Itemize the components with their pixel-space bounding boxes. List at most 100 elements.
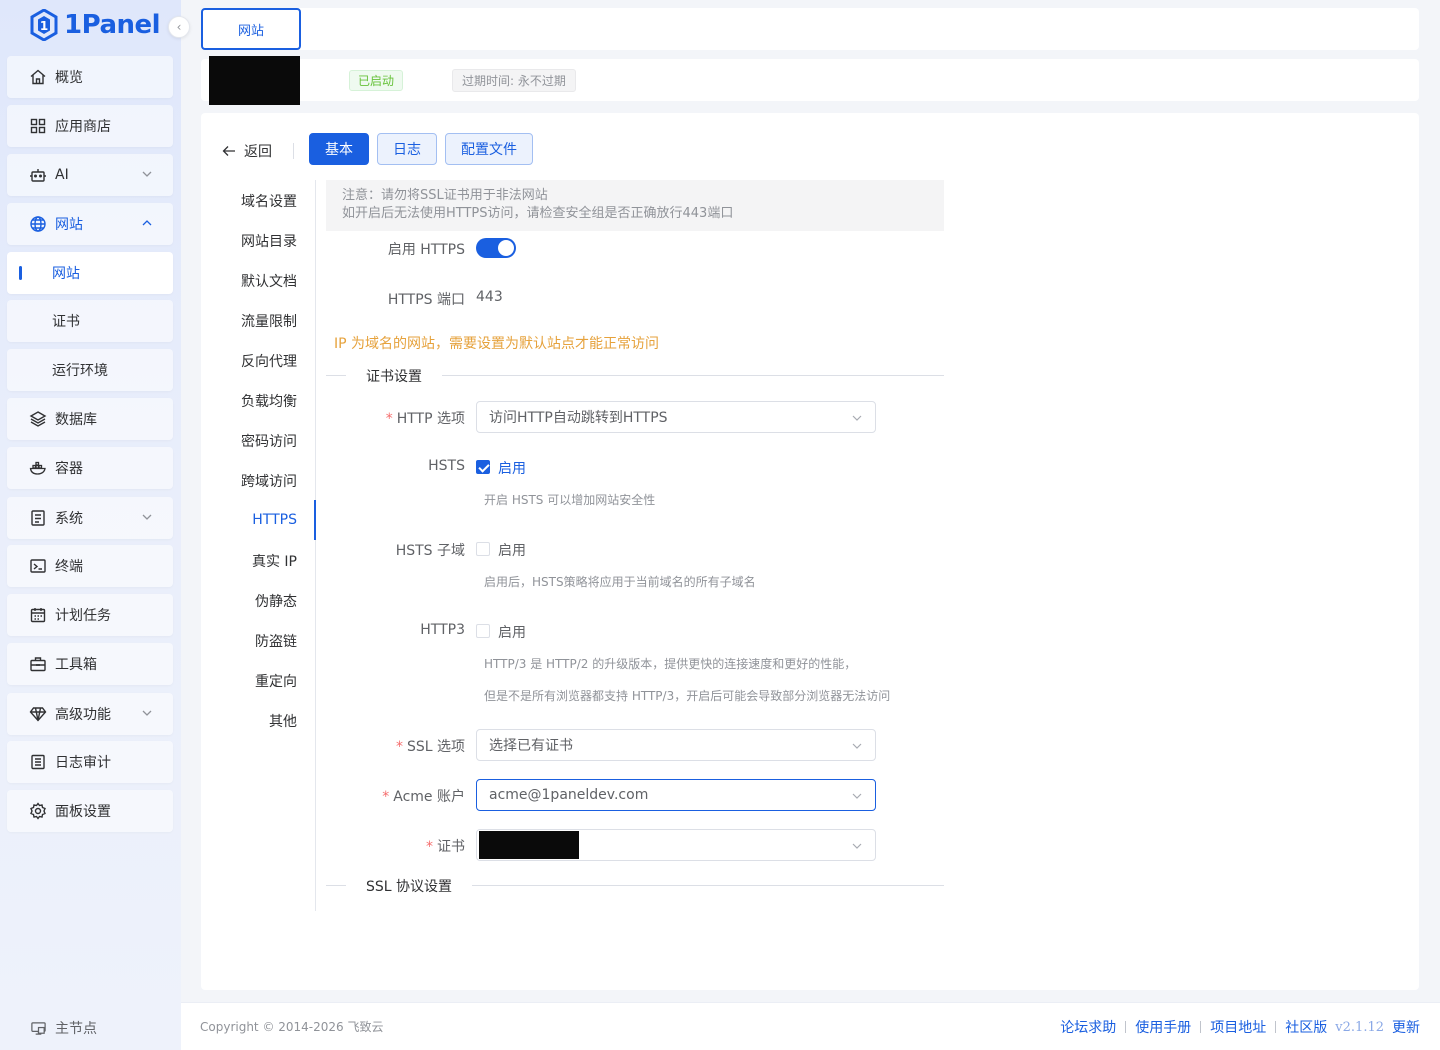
tab-bar: 网站 bbox=[201, 8, 1419, 50]
hsts-label: HSTS bbox=[428, 458, 465, 474]
sidebar-subitem-website[interactable]: 网站 bbox=[7, 252, 173, 294]
nav-password-access[interactable]: 密码访问 bbox=[241, 431, 297, 451]
sidebar-item-overview[interactable]: 概览 bbox=[7, 56, 173, 98]
ssl-option-label: * SSL 选项 bbox=[395, 739, 465, 755]
sidebar-item-log-audit[interactable]: 日志审计 bbox=[7, 741, 173, 783]
sidebar-item-system[interactable]: 系统 bbox=[7, 497, 173, 539]
nav-rewrite[interactable]: 伪静态 bbox=[255, 591, 297, 611]
sidebar-item-label: 网站 bbox=[52, 266, 80, 282]
http3-checkbox-label[interactable]: 启用 bbox=[498, 622, 526, 642]
toolbox-icon bbox=[29, 655, 47, 673]
master-node-switch[interactable]: 主节点 bbox=[30, 1018, 97, 1038]
update-link[interactable]: 更新 bbox=[1392, 1017, 1420, 1037]
nav-domain[interactable]: 域名设置 bbox=[241, 191, 297, 211]
forum-link[interactable]: 论坛求助 bbox=[1060, 1017, 1116, 1037]
ssl-option-select[interactable]: 选择已有证书 bbox=[476, 729, 876, 761]
sidebar-item-label: 运行环境 bbox=[52, 363, 108, 379]
basic-button[interactable]: 基本 bbox=[309, 133, 369, 165]
manual-link[interactable]: 使用手册 bbox=[1135, 1017, 1191, 1037]
sidebar-item-label: 证书 bbox=[52, 314, 80, 330]
nav-cors[interactable]: 跨域访问 bbox=[241, 471, 297, 491]
hsts-subdomain-label: HSTS 子域 bbox=[395, 543, 465, 559]
http3-checkbox[interactable] bbox=[476, 624, 490, 638]
sidebar: 1 1Panel ‹ 概览 应用商店 AI 网站 网站 证书 运行环境 数据库 … bbox=[0, 0, 190, 1050]
chevron-up-icon bbox=[142, 220, 152, 226]
sidebar-item-label: 概览 bbox=[55, 70, 83, 86]
sidebar-item-website[interactable]: 网站 bbox=[7, 203, 173, 245]
sidebar-item-container[interactable]: 容器 bbox=[7, 447, 173, 489]
logo[interactable]: 1 1Panel bbox=[30, 8, 161, 42]
sidebar-item-label: 日志审计 bbox=[55, 755, 111, 771]
sidebar-item-terminal[interactable]: 终端 bbox=[7, 545, 173, 587]
config-file-button[interactable]: 配置文件 bbox=[445, 133, 533, 165]
sidebar-item-label: 高级功能 bbox=[55, 707, 111, 723]
sidebar-item-toolbox[interactable]: 工具箱 bbox=[7, 643, 173, 685]
tab-website[interactable]: 网站 bbox=[201, 8, 301, 50]
cert-section-divider-left bbox=[326, 375, 346, 376]
project-link[interactable]: 项目地址 bbox=[1210, 1017, 1266, 1037]
copyright: Copyright © 2014-2026 飞致云 bbox=[200, 1020, 384, 1034]
collapse-sidebar-button[interactable]: ‹ bbox=[168, 16, 190, 38]
hsts-subdomain-checkbox[interactable] bbox=[476, 542, 490, 556]
sidebar-item-advanced[interactable]: 高级功能 bbox=[7, 693, 173, 735]
ssl-option-value: 选择已有证书 bbox=[489, 738, 573, 754]
http-option-label: * HTTP 选项 bbox=[385, 411, 465, 427]
protocol-section-title: SSL 协议设置 bbox=[366, 876, 453, 896]
sidebar-item-label: AI bbox=[55, 167, 69, 183]
nav-load-balance[interactable]: 负载均衡 bbox=[241, 391, 297, 411]
sidebar-item-label: 面板设置 bbox=[55, 804, 111, 820]
ssl-notice: 注意：请勿将SSL证书用于非法网站 如开启后无法使用HTTPS访问，请检查安全组… bbox=[326, 180, 944, 231]
sidebar-item-cron[interactable]: 计划任务 bbox=[7, 594, 173, 636]
gear-icon bbox=[29, 802, 47, 820]
protocol-section-divider-right bbox=[472, 885, 944, 886]
acme-account-select[interactable]: acme@1paneldev.com bbox=[476, 779, 876, 811]
log-button[interactable]: 日志 bbox=[377, 133, 437, 165]
cert-section-divider-right bbox=[442, 375, 944, 376]
https-port-label: HTTPS 端口 bbox=[387, 292, 465, 308]
chevron-down-icon bbox=[852, 415, 862, 421]
server-icon bbox=[29, 509, 47, 527]
sidebar-item-label: 计划任务 bbox=[55, 608, 111, 624]
certificate-select[interactable] bbox=[476, 829, 876, 861]
sidebar-item-label: 应用商店 bbox=[55, 119, 111, 135]
hsts-subdomain-checkbox-label[interactable]: 启用 bbox=[498, 540, 526, 560]
sidebar-item-app-store[interactable]: 应用商店 bbox=[7, 105, 173, 147]
sidebar-item-label: 容器 bbox=[55, 461, 83, 477]
sidebar-subitem-certificate[interactable]: 证书 bbox=[7, 300, 173, 342]
nav-redirect[interactable]: 重定向 bbox=[255, 671, 297, 691]
nav-anti-leech[interactable]: 防盗链 bbox=[255, 631, 297, 651]
acme-account-label: * Acme 账户 bbox=[382, 789, 465, 805]
nav-site-dir[interactable]: 网站目录 bbox=[241, 231, 297, 251]
sidebar-item-ai[interactable]: AI bbox=[7, 154, 173, 196]
back-button[interactable]: 返回 bbox=[222, 141, 272, 161]
acme-account-label-text: Acme 账户 bbox=[393, 789, 465, 805]
expire-badge: 过期时间: 永不过期 bbox=[452, 69, 576, 92]
status-badge: 已启动 bbox=[349, 70, 404, 91]
hsts-checkbox[interactable] bbox=[476, 460, 490, 474]
chevron-down-icon bbox=[852, 743, 862, 749]
docker-icon bbox=[29, 459, 47, 477]
sidebar-item-panel-settings[interactable]: 面板设置 bbox=[7, 790, 173, 832]
http-option-select[interactable]: 访问HTTP自动跳转到HTTPS bbox=[476, 401, 876, 433]
nav-rate-limit[interactable]: 流量限制 bbox=[241, 311, 297, 331]
protocol-section-divider-left bbox=[326, 885, 346, 886]
sidebar-item-label: 数据库 bbox=[55, 412, 97, 428]
sidebar-item-label: 系统 bbox=[55, 511, 83, 527]
ssl-option-label-text: SSL 选项 bbox=[406, 739, 465, 755]
nav-reverse-proxy[interactable]: 反向代理 bbox=[241, 351, 297, 371]
sidebar-subitem-runtime[interactable]: 运行环境 bbox=[7, 349, 173, 391]
nav-https[interactable]: HTTPS bbox=[252, 512, 297, 528]
home-icon bbox=[29, 68, 47, 86]
sidebar-item-database[interactable]: 数据库 bbox=[7, 398, 173, 440]
http3-label: HTTP3 bbox=[420, 622, 465, 638]
enable-https-switch[interactable] bbox=[476, 238, 516, 258]
nav-other[interactable]: 其他 bbox=[269, 711, 297, 731]
notice-line-1: 注意：请勿将SSL证书用于非法网站 bbox=[342, 188, 548, 203]
https-port-value: 443 bbox=[476, 289, 503, 305]
nav-real-ip[interactable]: 真实 IP bbox=[252, 551, 297, 571]
1panel-logo-icon: 1 bbox=[30, 9, 58, 41]
edition-link[interactable]: 社区版 bbox=[1285, 1017, 1327, 1037]
nav-default-doc[interactable]: 默认文档 bbox=[241, 271, 297, 291]
hsts-checkbox-label[interactable]: 启用 bbox=[498, 458, 526, 478]
chevron-down-icon bbox=[142, 514, 152, 520]
